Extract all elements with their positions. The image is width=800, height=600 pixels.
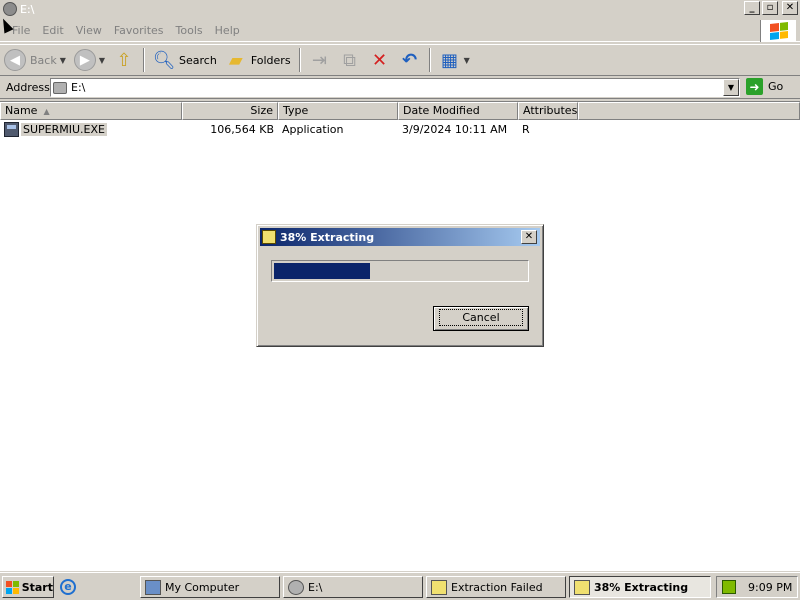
search-button[interactable]: 🔍︎ Search: [149, 46, 221, 74]
archive-icon: [431, 579, 447, 595]
restore-button[interactable]: ▫: [762, 1, 778, 15]
back-button[interactable]: ◀ Back ▼: [0, 46, 70, 74]
folders-button[interactable]: ▰ Folders: [221, 46, 295, 74]
start-label: Start: [21, 580, 53, 594]
up-folder-icon: ⇧: [116, 49, 132, 71]
close-button[interactable]: ✕: [782, 1, 798, 15]
folders-label: Folders: [250, 53, 291, 67]
system-tray: 9:09 PM: [716, 576, 798, 598]
exe-icon: [4, 121, 19, 137]
menu-favorites[interactable]: Favorites: [108, 24, 170, 37]
address-value: E:\: [71, 81, 86, 94]
dialog-title: 38% Extracting: [280, 230, 375, 244]
toolbar-separator: [428, 48, 431, 72]
column-header-attributes[interactable]: Attributes: [518, 102, 578, 120]
dialog-titlebar: 38% Extracting ✕: [260, 228, 540, 246]
minimize-button[interactable]: _: [744, 1, 760, 15]
extraction-dialog: 38% Extracting ✕ Cancel: [256, 224, 544, 347]
file-date-modified: 3/9/2024 10:11 AM: [402, 122, 508, 136]
archive-icon: [574, 579, 590, 595]
table-row[interactable]: SUPERMIU.EXE 106,564 KB Application 3/9/…: [0, 120, 800, 138]
address-label: Address: [6, 81, 50, 94]
delete-button[interactable]: ✕: [365, 46, 395, 74]
sort-ascending-icon: ▲: [43, 107, 50, 116]
column-header-date-modified[interactable]: Date Modified: [398, 102, 518, 120]
address-dropdown-button[interactable]: ▼: [723, 79, 739, 96]
windows-logo-icon: [6, 580, 19, 594]
taskbar-button-my-computer[interactable]: My Computer: [140, 576, 280, 598]
taskbar-button-extracting[interactable]: 38% Extracting: [569, 576, 711, 598]
window-titlebar: E:\ _ ▫ ✕: [0, 0, 800, 18]
go-button[interactable]: ➜ Go: [746, 78, 783, 95]
menu-help[interactable]: Help: [209, 24, 246, 37]
archive-icon: [262, 230, 276, 244]
column-header-type[interactable]: Type: [278, 102, 398, 120]
back-arrow-icon: ◀: [4, 49, 26, 71]
address-bar: Address E:\ ▼ ➜ Go: [0, 77, 800, 99]
internet-explorer-icon[interactable]: e: [58, 578, 78, 596]
file-type: Application: [282, 122, 344, 136]
toolbar: ◀ Back ▼ ▶ ▼ ⇧ 🔍︎ Search ▰ Folders ⇥ ⧉ ✕…: [0, 44, 800, 76]
drive-icon: [3, 2, 17, 16]
menu-edit[interactable]: Edit: [36, 24, 69, 37]
windows-logo-icon: [760, 20, 796, 42]
column-header-name[interactable]: Name ▲: [0, 102, 182, 120]
toolbar-separator: [298, 48, 301, 72]
back-label: Back: [30, 53, 57, 67]
go-label: Go: [768, 80, 784, 93]
progress-fill: [274, 263, 370, 279]
undo-button[interactable]: ↶: [395, 46, 425, 74]
column-header-row: Name ▲ Size Type Date Modified Attributes: [0, 102, 800, 120]
taskbar-button-extraction-failed[interactable]: Extraction Failed: [426, 576, 566, 598]
drive-icon: [288, 579, 304, 595]
menubar: File Edit View Favorites Tools Help: [0, 20, 800, 42]
search-icon: 🔍︎: [152, 49, 176, 71]
copy-to-button[interactable]: ⧉: [335, 46, 365, 74]
forward-arrow-icon: ▶: [73, 49, 96, 71]
chevron-down-icon[interactable]: ▼: [99, 56, 105, 65]
menu-view[interactable]: View: [70, 24, 108, 37]
file-size: 106,564 KB: [210, 122, 274, 136]
address-input[interactable]: E:\ ▼: [50, 78, 740, 97]
undo-icon: ↶: [402, 49, 418, 71]
move-to-button[interactable]: ⇥: [305, 46, 335, 74]
up-folder-button[interactable]: ⇧: [109, 46, 139, 74]
toolbar-separator: [143, 48, 146, 72]
cancel-button[interactable]: Cancel: [433, 306, 529, 331]
folder-icon: ▰: [228, 49, 243, 71]
go-arrow-icon: ➜: [746, 78, 763, 95]
extraction-progress-bar: [271, 260, 529, 282]
computer-icon: [145, 579, 161, 595]
column-header-size[interactable]: Size: [182, 102, 278, 120]
clock[interactable]: 9:09 PM: [748, 581, 792, 594]
views-button[interactable]: ▦ ▼: [435, 46, 474, 74]
dialog-close-button[interactable]: ✕: [521, 230, 537, 244]
forward-button[interactable]: ▶ ▼: [70, 46, 109, 74]
search-label: Search: [179, 53, 217, 67]
menu-tools[interactable]: Tools: [170, 24, 209, 37]
taskbar-button-drive-e[interactable]: E:\: [283, 576, 423, 598]
copy-to-icon: ⧉: [343, 49, 356, 71]
tray-status-icon[interactable]: [722, 580, 736, 594]
delete-icon: ✕: [372, 49, 388, 71]
chevron-down-icon[interactable]: ▼: [60, 56, 66, 65]
window-title: E:\: [20, 2, 35, 16]
chevron-down-icon[interactable]: ▼: [464, 56, 470, 65]
drive-icon: [53, 81, 67, 94]
start-button[interactable]: Start: [2, 576, 54, 598]
move-to-icon: ⇥: [312, 49, 328, 71]
file-name: SUPERMIU.EXE: [21, 122, 107, 136]
cancel-label: Cancel: [439, 309, 523, 326]
views-icon: ▦: [441, 49, 459, 71]
file-attributes: R: [522, 122, 530, 136]
taskbar: Start e My Computer E:\ Extraction Faile…: [0, 572, 800, 600]
